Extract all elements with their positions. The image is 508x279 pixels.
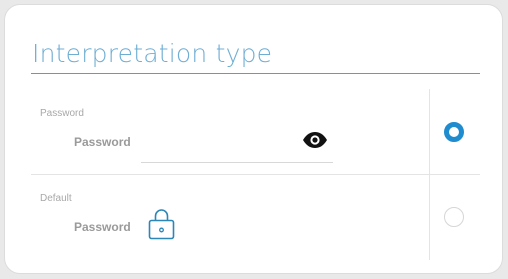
row-divider (31, 174, 480, 175)
row-label-password: Password (40, 108, 84, 119)
radio-password[interactable] (444, 122, 464, 142)
title-underline (31, 73, 480, 74)
eye-icon[interactable] (302, 131, 328, 149)
field-label-default: Password (74, 220, 131, 234)
panel-title: Interpretation type (32, 39, 273, 68)
row-label-default: Default (40, 193, 72, 204)
interpretation-type-panel: Interpretation type Password Password De… (4, 4, 503, 274)
lock-icon (148, 209, 175, 240)
field-label-password: Password (74, 135, 131, 149)
radio-default[interactable] (444, 207, 464, 227)
